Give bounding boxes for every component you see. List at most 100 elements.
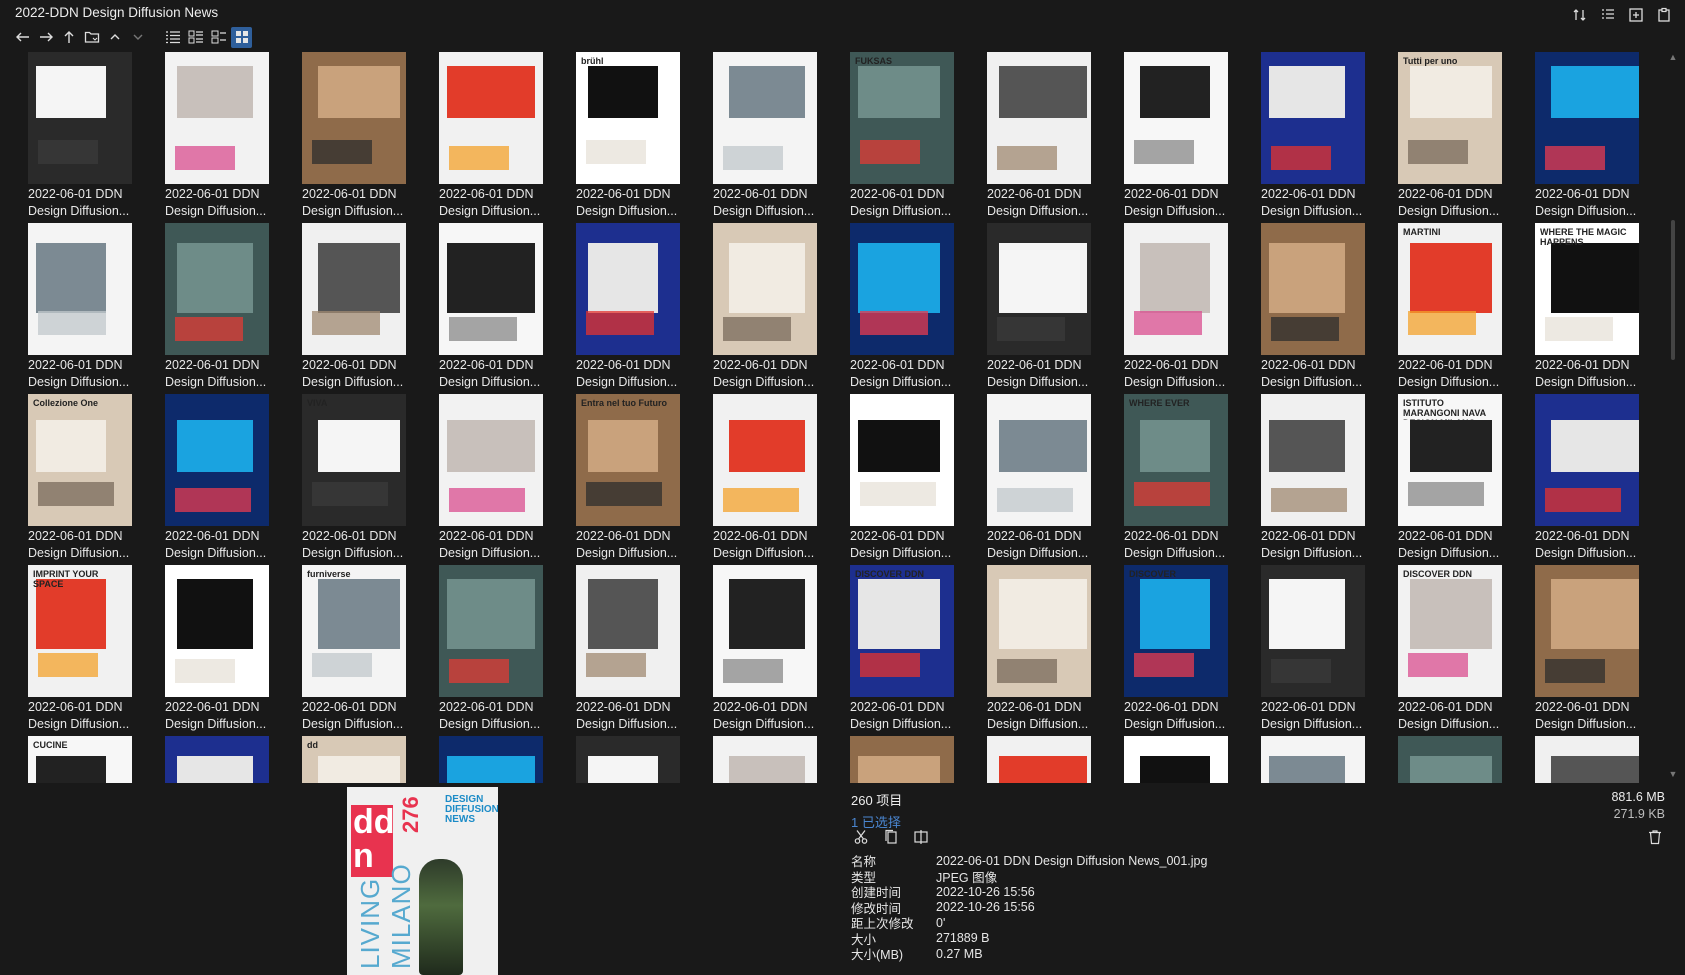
file-tile[interactable]: 2022-06-01 DDN Design Diffusion...	[439, 563, 576, 734]
tiles-view-icon[interactable]	[208, 27, 229, 48]
file-thumbnail[interactable]	[439, 223, 543, 355]
file-tile[interactable]: 2022-06-01 DDN Design Diffusion...	[576, 563, 713, 734]
file-tile[interactable]: 2022-06-01 DDN Design Diffusion...	[1124, 50, 1261, 221]
file-thumbnail[interactable]	[439, 736, 543, 783]
scroll-up-icon[interactable]: ▲	[1668, 52, 1678, 64]
list-view-icon[interactable]	[162, 27, 183, 48]
file-tile[interactable]	[850, 734, 987, 783]
file-tile[interactable]: CUCINE	[28, 734, 165, 783]
file-thumbnail[interactable]	[713, 736, 817, 783]
file-thumbnail[interactable]	[302, 223, 406, 355]
file-thumbnail[interactable]	[1261, 52, 1365, 184]
file-tile[interactable]: IMPRINT YOUR SPACE 2022-06-01 DDN Design D…	[28, 563, 165, 734]
file-thumbnail[interactable]: dd	[302, 736, 406, 783]
file-thumbnail[interactable]	[1535, 565, 1639, 697]
file-tile[interactable]: DISCOVER 2022-06-01 DDN Design Diffusion..…	[1124, 563, 1261, 734]
file-tile[interactable]: 2022-06-01 DDN Design Diffusion...	[987, 563, 1124, 734]
file-thumbnail[interactable]: DISCOVER DDN	[1398, 565, 1502, 697]
up-arrow-icon[interactable]	[58, 27, 79, 48]
file-thumbnail[interactable]	[987, 394, 1091, 526]
clipboard-icon[interactable]	[1653, 4, 1675, 26]
file-tile[interactable]: 2022-06-01 DDN Design Diffusion...	[1535, 563, 1668, 734]
file-thumbnail[interactable]	[1261, 223, 1365, 355]
file-tile[interactable]: 2022-06-01 DDN Design Diffusion...	[1261, 392, 1398, 563]
file-thumbnail[interactable]	[987, 736, 1091, 783]
file-thumbnail[interactable]: brühl	[576, 52, 680, 184]
file-thumbnail[interactable]	[1535, 736, 1639, 783]
file-tile[interactable]: DISCOVER DDN 2022-06-01 DDN Design Diffusi…	[1398, 563, 1535, 734]
split-view-icon[interactable]	[911, 827, 931, 847]
file-tile[interactable]: WHERE THE MAGIC HAPPENS 2022-06-01 DDN Des…	[1535, 221, 1668, 392]
file-thumbnail[interactable]	[987, 565, 1091, 697]
file-tile[interactable]	[439, 734, 576, 783]
file-tile[interactable]: MARTINI 2022-06-01 DDN Design Diffusion...	[1398, 221, 1535, 392]
file-tile[interactable]: 2022-06-01 DDN Design Diffusion...	[165, 221, 302, 392]
chevron-down-icon[interactable]	[127, 27, 148, 48]
file-tile[interactable]: 2022-06-01 DDN Design Diffusion...	[713, 563, 850, 734]
file-thumbnail[interactable]	[165, 52, 269, 184]
file-tile[interactable]: 2022-06-01 DDN Design Diffusion...	[713, 50, 850, 221]
thumbnail-view-icon[interactable]	[231, 26, 252, 48]
file-tile[interactable]: 2022-06-01 DDN Design Diffusion...	[987, 392, 1124, 563]
file-thumbnail[interactable]	[850, 223, 954, 355]
file-thumbnail[interactable]: Collezione One	[28, 394, 132, 526]
file-tile[interactable]: 2022-06-01 DDN Design Diffusion...	[713, 221, 850, 392]
file-tile[interactable]: ISTITUTO MARANGONI NAVA DESIGN MILANO 202…	[1398, 392, 1535, 563]
file-thumbnail[interactable]	[1261, 736, 1365, 783]
file-tile[interactable]: 2022-06-01 DDN Design Diffusion...	[1535, 392, 1668, 563]
file-tile[interactable]: 2022-06-01 DDN Design Diffusion...	[439, 221, 576, 392]
file-thumbnail[interactable]	[165, 736, 269, 783]
vertical-scrollbar[interactable]: ▲ ▼	[1668, 50, 1678, 783]
file-tile[interactable]: 2022-06-01 DDN Design Diffusion...	[987, 50, 1124, 221]
file-thumbnail[interactable]	[1261, 394, 1365, 526]
file-thumbnail[interactable]	[1124, 52, 1228, 184]
delete-icon[interactable]	[1645, 827, 1665, 847]
file-thumbnail[interactable]	[1535, 52, 1639, 184]
file-thumbnail[interactable]: Entra nel tuo Futuro	[576, 394, 680, 526]
scrollbar-thumb[interactable]	[1671, 220, 1675, 360]
folder-icon[interactable]	[81, 27, 102, 48]
file-tile[interactable]	[1398, 734, 1535, 783]
file-thumbnail[interactable]	[713, 52, 817, 184]
file-thumbnail[interactable]	[165, 223, 269, 355]
file-thumbnail[interactable]	[713, 394, 817, 526]
file-tile[interactable]: 2022-06-01 DDN Design Diffusion...	[165, 50, 302, 221]
sort-icon[interactable]	[1569, 4, 1591, 26]
file-tile[interactable]: 2022-06-01 DDN Design Diffusion...	[165, 563, 302, 734]
file-tile[interactable]: 2022-06-01 DDN Design Diffusion...	[850, 392, 987, 563]
file-tile[interactable]: Tutti per uno 2022-06-01 DDN Design Diffus…	[1398, 50, 1535, 221]
file-thumbnail[interactable]	[987, 223, 1091, 355]
file-tile[interactable]: 2022-06-01 DDN Design Diffusion...	[1535, 50, 1668, 221]
file-thumbnail[interactable]	[302, 52, 406, 184]
file-thumbnail[interactable]: IMPRINT YOUR SPACE	[28, 565, 132, 697]
cut-icon[interactable]	[851, 827, 871, 847]
file-tile[interactable]: furniverse 2022-06-01 DDN Design Diffusion…	[302, 563, 439, 734]
file-thumbnail[interactable]	[1124, 736, 1228, 783]
file-tile[interactable]: 2022-06-01 DDN Design Diffusion...	[987, 221, 1124, 392]
file-tile[interactable]	[1124, 734, 1261, 783]
file-thumbnail[interactable]	[439, 394, 543, 526]
file-tile[interactable]: 2022-06-01 DDN Design Diffusion...	[28, 221, 165, 392]
file-thumbnail[interactable]: DISCOVER DDN	[850, 565, 954, 697]
file-thumbnail[interactable]	[165, 394, 269, 526]
file-thumbnail[interactable]	[28, 52, 132, 184]
file-tile[interactable]: brühl 2022-06-01 DDN Design Diffusion...	[576, 50, 713, 221]
file-tile[interactable]: 2022-06-01 DDN Design Diffusion...	[165, 392, 302, 563]
file-thumbnail[interactable]	[850, 394, 954, 526]
file-tile[interactable]	[1261, 734, 1398, 783]
file-thumbnail[interactable]	[1535, 394, 1639, 526]
file-tile[interactable]: DISCOVER DDN 2022-06-01 DDN Design Diffusi…	[850, 563, 987, 734]
file-tile[interactable]	[987, 734, 1124, 783]
file-thumbnail[interactable]	[439, 565, 543, 697]
chevron-up-icon[interactable]	[104, 27, 125, 48]
file-tile[interactable]	[1535, 734, 1668, 783]
details-view-icon[interactable]	[185, 27, 206, 48]
file-thumbnail[interactable]	[850, 736, 954, 783]
file-tile[interactable]: 2022-06-01 DDN Design Diffusion...	[302, 221, 439, 392]
forward-arrow-icon[interactable]	[35, 27, 56, 48]
file-tile[interactable]: 2022-06-01 DDN Design Diffusion...	[850, 221, 987, 392]
file-tile[interactable]: VIVA 2022-06-01 DDN Design Diffusion...	[302, 392, 439, 563]
file-tile[interactable]: dd	[302, 734, 439, 783]
file-tile[interactable]: FUKSAS 2022-06-01 DDN Design Diffusion...	[850, 50, 987, 221]
file-thumbnail[interactable]	[1124, 223, 1228, 355]
